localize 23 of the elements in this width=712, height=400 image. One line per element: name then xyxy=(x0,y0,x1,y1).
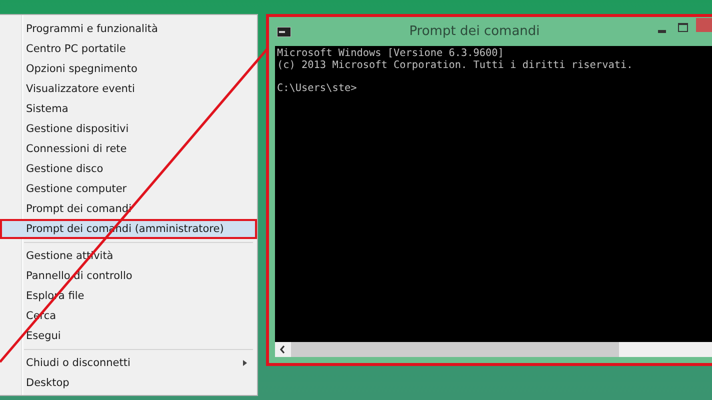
menu-item[interactable]: Chiudi o disconnetti xyxy=(0,352,257,373)
menu-item[interactable]: Esegui xyxy=(0,326,257,346)
menu-item[interactable]: Sistema xyxy=(0,99,257,119)
maximize-icon[interactable] xyxy=(678,23,688,32)
menu-item[interactable]: Opzioni spegnimento xyxy=(0,59,257,79)
menu-item[interactable]: Programmi e funzionalità xyxy=(0,19,257,39)
menu-item[interactable]: Centro PC portatile xyxy=(0,39,257,59)
menu-item[interactable]: Desktop xyxy=(0,372,257,393)
submenu-arrow-icon xyxy=(243,360,247,366)
close-button[interactable] xyxy=(696,18,712,32)
menu-item[interactable]: Connessioni di rete xyxy=(0,139,257,159)
menu-item[interactable]: Gestione disco xyxy=(0,159,257,179)
menu-item[interactable]: Visualizzatore eventi xyxy=(0,79,257,99)
console-line: (c) 2013 Microsoft Corporation. Tutti i diritti riservati. xyxy=(277,60,634,71)
window-title: Prompt dei comandi xyxy=(408,24,541,39)
console-line: C:\Users\ste> xyxy=(277,82,358,94)
horizontal-scrollbar[interactable] xyxy=(275,342,712,357)
console-line: Microsoft Windows [Versione 6.3.9600] xyxy=(277,48,505,60)
menu-item[interactable]: Gestione computer xyxy=(0,179,257,199)
scrollbar-thumb[interactable] xyxy=(291,342,619,357)
menu-item[interactable]: Gestione dispositivi xyxy=(0,119,257,139)
menu-item[interactable]: Prompt dei comandi xyxy=(0,199,257,219)
console-app-icon xyxy=(277,26,291,36)
